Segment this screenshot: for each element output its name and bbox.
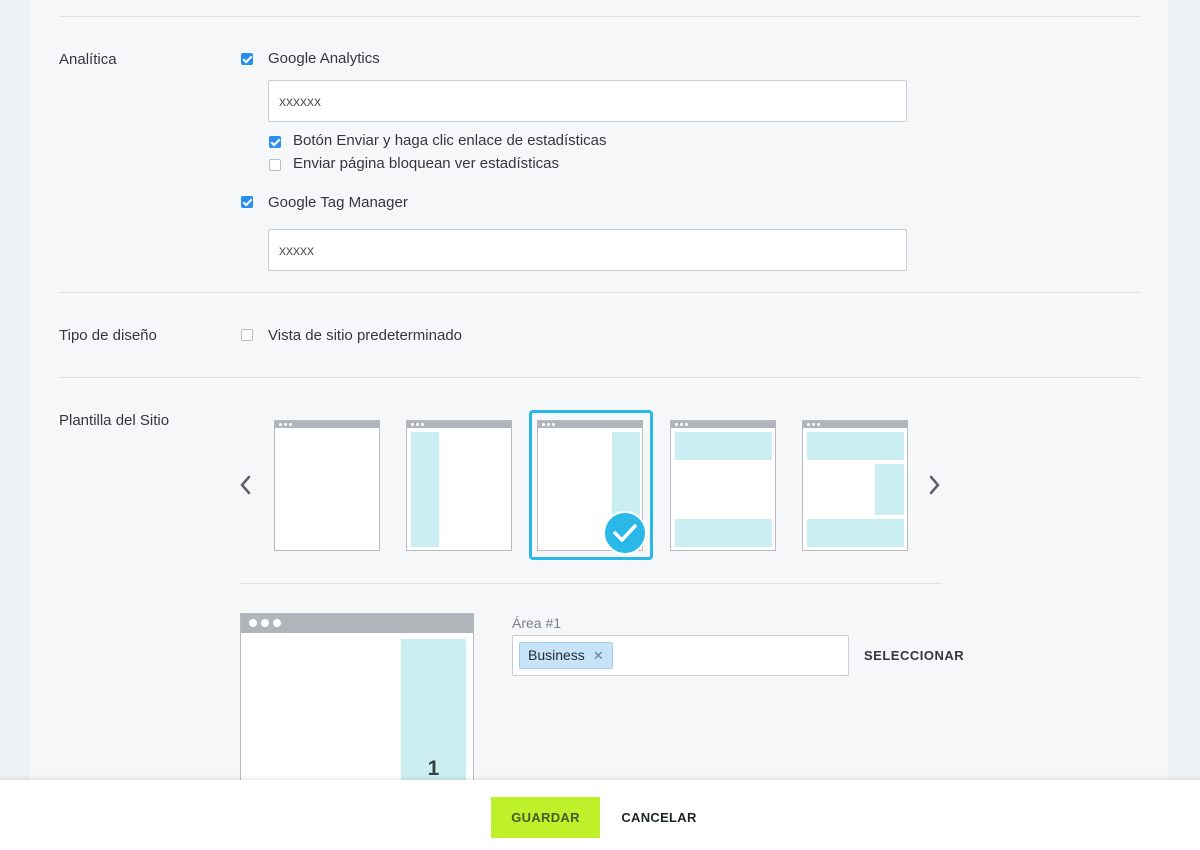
layout-block <box>807 519 904 547</box>
area-tag: Business ✕ <box>519 642 613 669</box>
divider <box>59 292 1140 293</box>
layout-block <box>875 464 904 515</box>
divider <box>240 583 942 584</box>
area-label: Área #1 <box>512 615 562 631</box>
select-button[interactable]: SELECCIONAR <box>864 648 964 663</box>
site-template-section-label: Plantilla del Sitio <box>59 412 170 429</box>
footer-bar <box>0 780 1200 850</box>
cancel-button[interactable]: CANCELAR <box>614 797 704 838</box>
submit-click-stats-checkbox[interactable] <box>269 136 281 148</box>
selected-check-icon <box>603 511 647 555</box>
template-header-footer[interactable] <box>670 420 776 551</box>
remove-tag-icon[interactable]: ✕ <box>593 643 604 668</box>
area-tag-label: Business <box>528 647 585 663</box>
divider <box>59 377 1140 378</box>
submit-click-stats-label: Botón Enviar y haga clic enlace de estad… <box>293 132 607 149</box>
window-bar <box>241 614 473 633</box>
default-site-view-label: Vista de sitio predeterminado <box>268 327 463 344</box>
window-bar <box>538 421 642 428</box>
google-analytics-label: Google Analytics <box>268 50 380 67</box>
template-header-right-footer[interactable] <box>802 420 908 551</box>
area-number: 1 <box>427 757 440 780</box>
design-type-section-label: Tipo de diseño <box>59 327 157 344</box>
save-button[interactable]: GUARDAR <box>491 797 600 838</box>
google-tag-manager-checkbox[interactable] <box>241 196 253 208</box>
page-block-stats-checkbox[interactable] <box>269 159 281 171</box>
layout-block <box>675 432 772 460</box>
analytics-section-label: Analítica <box>59 51 117 68</box>
template-left-sidebar[interactable] <box>406 420 512 551</box>
window-bar <box>671 421 775 428</box>
template-blank[interactable] <box>274 420 380 551</box>
layout-block <box>411 432 439 547</box>
template-preview: 1 <box>240 613 474 794</box>
chevron-left-icon[interactable] <box>238 474 252 501</box>
google-analytics-id-input[interactable] <box>268 80 907 122</box>
page-block-stats-label: Enviar página bloquean ver estadísticas <box>293 155 560 172</box>
window-bar <box>407 421 511 428</box>
google-tag-manager-label: Google Tag Manager <box>268 194 408 211</box>
area-tag-input[interactable]: Business ✕ <box>512 635 849 676</box>
default-site-view-checkbox[interactable] <box>241 329 253 341</box>
window-bar <box>803 421 907 428</box>
layout-block <box>807 432 904 460</box>
chevron-right-icon[interactable] <box>928 474 942 501</box>
window-bar <box>275 421 379 428</box>
layout-block <box>675 519 772 547</box>
google-tag-manager-id-input[interactable] <box>268 229 907 271</box>
divider <box>59 16 1140 17</box>
google-analytics-checkbox[interactable] <box>241 53 253 65</box>
preview-area-1[interactable]: 1 <box>401 639 466 794</box>
